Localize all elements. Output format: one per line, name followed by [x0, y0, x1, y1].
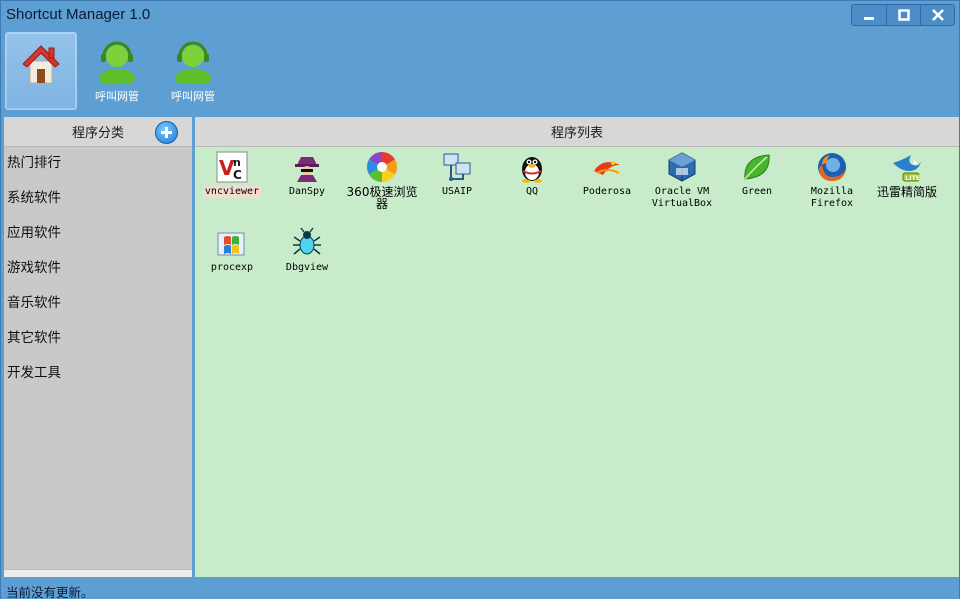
call-admin-label-1: 呼叫网管: [95, 90, 139, 103]
app-vncviewer[interactable]: V C n vncviewer: [195, 150, 269, 198]
close-icon: [931, 9, 944, 21]
app-label: Mozilla Firefox: [810, 186, 854, 209]
program-list-panel: 程序列表 V C n vncviewer DanSpy 360极速浏览 器 US…: [195, 117, 959, 577]
app-label: Oracle VM VirtualBox: [651, 186, 713, 209]
app-label: DanSpy: [288, 186, 326, 197]
firefox-icon: [818, 153, 846, 181]
home-button[interactable]: [5, 32, 77, 110]
app-label: Green: [741, 186, 773, 197]
app-dbgview[interactable]: Dbgview: [270, 226, 344, 274]
360-browser-icon: [366, 152, 398, 182]
category-panel: 程序分类 热门排行 系统软件 应用软件 游戏软件 音乐软件 其它软件 开发工具: [4, 117, 192, 577]
category-item-games[interactable]: 游戏软件: [4, 252, 192, 287]
support-agent-icon: [99, 41, 135, 84]
category-item-hot[interactable]: 热门排行: [4, 147, 192, 182]
category-item-apps[interactable]: 应用软件: [4, 217, 192, 252]
category-item-system[interactable]: 系统软件: [4, 182, 192, 217]
category-item-dev-tools[interactable]: 开发工具: [4, 357, 192, 392]
app-usaip[interactable]: USAIP: [420, 150, 494, 198]
add-category-button[interactable]: [155, 121, 178, 144]
support-agent-icon: [175, 41, 211, 84]
network-computer-icon: [443, 153, 471, 181]
call-admin-button-1[interactable]: 呼叫网管: [81, 32, 153, 110]
call-admin-label-2: 呼叫网管: [171, 90, 215, 103]
call-admin-button-2[interactable]: 呼叫网管: [157, 32, 229, 110]
poderosa-icon: [594, 161, 620, 175]
virtualbox-icon: [668, 152, 696, 182]
app-label: procexp: [210, 262, 254, 273]
category-panel-footer: [4, 569, 192, 577]
close-button[interactable]: [920, 5, 954, 25]
category-list: 热门排行 系统软件 应用软件 游戏软件 音乐软件 其它软件 开发工具: [4, 147, 192, 392]
svg-text:LITE: LITE: [905, 174, 920, 182]
program-list-header-label: 程序列表: [550, 126, 603, 141]
window-title: Shortcut Manager 1.0: [6, 6, 151, 23]
status-bar: 当前没有更新。: [1, 579, 959, 599]
add-circle-icon: [161, 127, 172, 138]
thunder-lite-icon: LITE: [893, 155, 921, 182]
dbgview-bug-icon: [293, 227, 321, 255]
category-header-label: 程序分类: [71, 126, 124, 141]
app-label: Dbgview: [285, 262, 329, 273]
app-label: 360极速浏览 器: [346, 185, 418, 211]
minimize-button[interactable]: [852, 5, 886, 25]
app-label: USAIP: [441, 186, 473, 197]
category-item-other[interactable]: 其它软件: [4, 322, 192, 357]
app-label: Poderosa: [582, 186, 632, 197]
qq-penguin-icon: [522, 157, 542, 183]
category-item-music[interactable]: 音乐软件: [4, 287, 192, 322]
vnc-icon: V C n: [216, 151, 248, 183]
app-label: 迅雷精简版: [876, 185, 937, 199]
app-360-browser[interactable]: 360极速浏览 器: [345, 150, 419, 210]
home-icon: [22, 45, 60, 84]
app-danspy[interactable]: DanSpy: [270, 150, 344, 198]
program-list-header: 程序列表: [195, 117, 959, 147]
app-poderosa[interactable]: Poderosa: [570, 150, 644, 198]
toolbar: 呼叫网管 呼叫网管: [5, 32, 233, 112]
app-label: QQ: [525, 186, 539, 197]
main-window: Shortcut Manager 1.0 呼叫网管 呼叫网管 程序分类 热门排行…: [0, 0, 960, 599]
maximize-button[interactable]: [886, 5, 920, 25]
app-procexp[interactable]: procexp: [195, 226, 269, 274]
window-controls: [851, 4, 955, 26]
maximize-icon: [897, 9, 910, 21]
app-qq[interactable]: QQ: [495, 150, 569, 198]
svg-text:n: n: [233, 156, 241, 169]
minimize-icon: [864, 17, 874, 20]
app-label: vncviewer: [202, 186, 262, 198]
spy-icon: [295, 157, 319, 182]
svg-text:C: C: [233, 168, 242, 182]
procexp-icon: [217, 232, 245, 256]
app-virtualbox[interactable]: Oracle VM VirtualBox: [645, 150, 719, 210]
category-header: 程序分类: [4, 117, 192, 147]
green-leaf-icon: [744, 154, 770, 180]
app-firefox[interactable]: Mozilla Firefox: [795, 150, 869, 210]
app-green[interactable]: Green: [720, 150, 794, 198]
app-thunder-lite[interactable]: LITE 迅雷精简版: [870, 150, 944, 198]
